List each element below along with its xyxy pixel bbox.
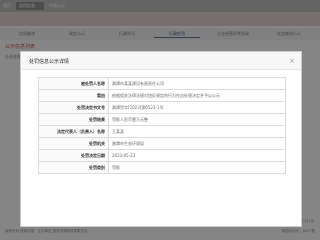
table-row: 处罚结果 罚款人民币壹万元整 <box>38 113 286 126</box>
penalty-detail-modal: 处罚信息公示详情 × 被处罚人名称 湘潭市某某建设有限责任公司 案由 依据相关法… <box>20 51 302 227</box>
field-label: 法定代表人（负责人）名称 <box>38 125 109 138</box>
field-value: 湘潭市生态环境局 <box>108 137 286 150</box>
field-value: 2023-05-23 <box>108 149 286 162</box>
table-row: 案由 依据相关法律法规对违反规定的行为作出处理决定并予以公示 <box>38 89 286 102</box>
penalty-info-table: 被处罚人名称 湘潭市某某建设有限责任公司 案由 依据相关法律法规对违反规定的行为… <box>38 77 286 174</box>
field-value: 依据相关法律法规对违反规定的行为作出处理决定并予以公示 <box>108 89 286 102</box>
field-label: 处罚机关 <box>38 137 109 150</box>
table-row: 处罚机关 湘潭市生态环境局 <box>38 137 286 150</box>
field-value: 罚款人民币壹万元整 <box>108 113 286 126</box>
modal-title: 处罚信息公示详情 <box>29 59 70 65</box>
modal-header: 处罚信息公示详情 × <box>21 52 301 70</box>
table-row: 法定代表人（负责人）名称 王某某 <box>38 125 286 138</box>
field-label: 被处罚人名称 <box>38 77 109 90</box>
close-icon[interactable]: × <box>287 56 297 66</box>
field-label: 案由 <box>38 89 109 102</box>
field-value: 罚款 <box>108 161 286 174</box>
field-value: 王某某 <box>108 125 286 138</box>
table-row: 被处罚人名称 湘潭市某某建设有限责任公司 <box>38 77 286 90</box>
table-row: 处罚决定日期 2023-05-23 <box>38 149 286 162</box>
table-row: 处罚决定书文号 湘潭罚字[2023]第0523-1号 <box>38 101 286 114</box>
field-label: 处罚结果 <box>38 113 109 126</box>
table-row: 处罚类别 罚款 <box>38 161 286 174</box>
field-label: 处罚类别 <box>38 161 109 174</box>
field-label: 处罚决定书文号 <box>38 101 109 114</box>
field-label: 处罚决定日期 <box>38 149 109 162</box>
field-value: 湘潭罚字[2023]第0523-1号 <box>108 101 286 114</box>
field-value: 湘潭市某某建设有限责任公司 <box>108 77 286 90</box>
